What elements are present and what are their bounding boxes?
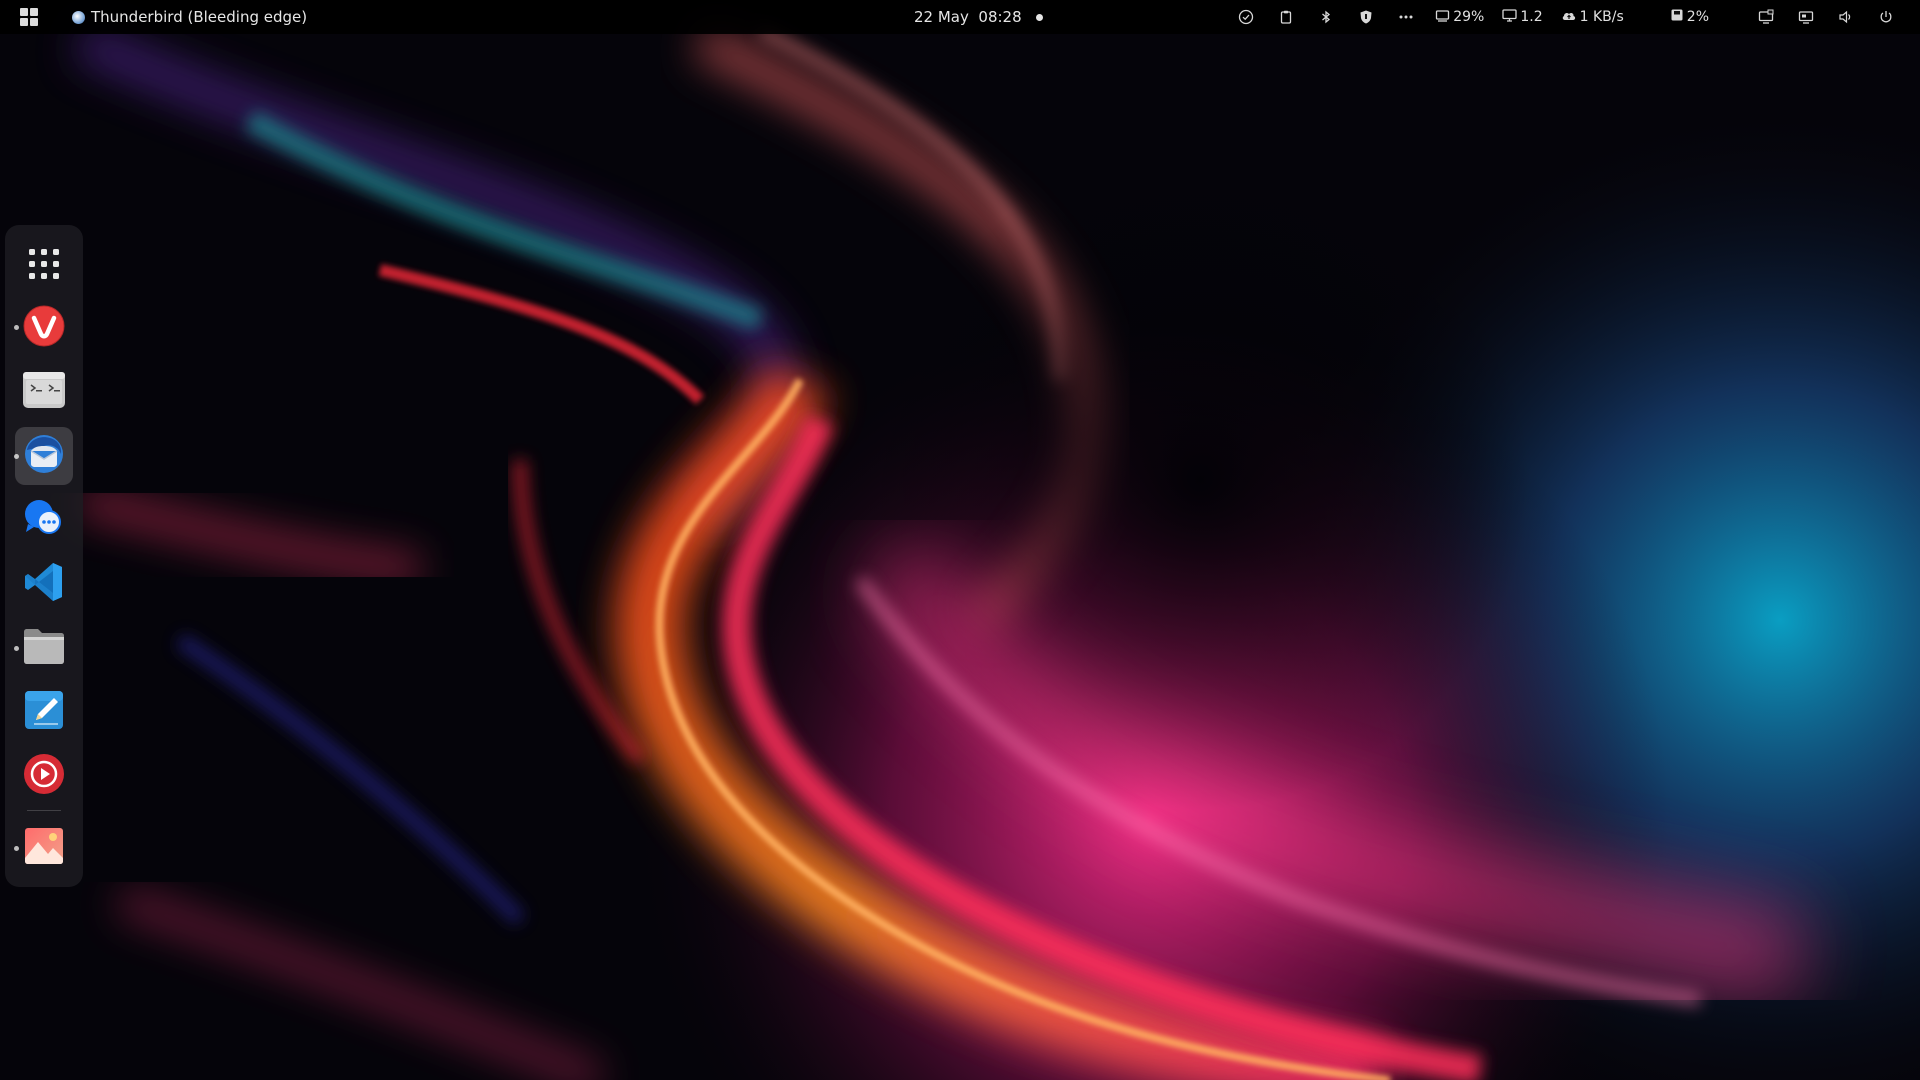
monitor-icon: [1502, 8, 1518, 26]
play-circle-icon: [22, 752, 66, 800]
top-panel-center[interactable]: 22 May 08:28: [914, 0, 1043, 34]
load-monitor[interactable]: 1.2: [1502, 8, 1543, 26]
disk-value: 2%: [1686, 9, 1709, 25]
vscode-icon: [22, 560, 66, 608]
chat-bubble-icon: [22, 496, 66, 544]
dock-separator: [27, 810, 61, 811]
dock-item-files[interactable]: [15, 619, 73, 677]
disk-monitor[interactable]: 2%: [1670, 8, 1709, 26]
load-value: 1.2: [1520, 9, 1543, 25]
cpu-monitor[interactable]: 29%: [1435, 9, 1484, 26]
show-apps-button[interactable]: [15, 237, 73, 295]
display-icon[interactable]: [1757, 8, 1775, 26]
vivaldi-icon: [22, 304, 66, 352]
activities-grid-icon[interactable]: [20, 8, 38, 26]
cpu-value: 29%: [1453, 9, 1485, 25]
image-icon: [22, 824, 66, 872]
notification-dot-icon: [1035, 13, 1043, 21]
dock-item-thunderbird[interactable]: [15, 427, 73, 485]
network-value: 1 KB/s: [1579, 9, 1624, 25]
active-app-title[interactable]: Thunderbird (Bleeding edge): [91, 8, 307, 26]
desktop-wallpaper: [0, 0, 1920, 1080]
shield-icon[interactable]: [1357, 8, 1375, 26]
power-icon[interactable]: [1877, 8, 1895, 26]
folder-icon: [21, 626, 67, 670]
top-panel-left: Thunderbird (Bleeding edge): [20, 0, 307, 34]
terminal-icon: [21, 370, 67, 414]
system-tray: 29% 1.2 1 KB/s 2%: [1226, 0, 1906, 34]
checkmark-circle-icon[interactable]: [1237, 8, 1255, 26]
more-dots-icon[interactable]: [1397, 8, 1415, 26]
network-monitor[interactable]: 1 KB/s: [1561, 9, 1624, 26]
dock-item-vscode[interactable]: [15, 555, 73, 613]
app-grid-icon: [27, 247, 61, 285]
top-panel: Thunderbird (Bleeding edge) 22 May 08:28…: [0, 0, 1920, 34]
clipboard-icon[interactable]: [1277, 8, 1295, 26]
dock-item-media-player[interactable]: [15, 747, 73, 805]
cloud-upload-icon: [1561, 9, 1577, 26]
pencil-note-icon: [22, 688, 66, 736]
thunderbird-icon: [22, 432, 66, 480]
dock-item-messenger[interactable]: [15, 491, 73, 549]
dock: [5, 225, 83, 887]
thunderbird-icon: [72, 10, 85, 24]
volume-icon[interactable]: [1837, 8, 1855, 26]
disk-icon: [1670, 8, 1684, 26]
bluetooth-icon[interactable]: [1317, 8, 1335, 26]
clock[interactable]: 22 May 08:28: [914, 8, 1022, 26]
dock-item-terminal[interactable]: [15, 363, 73, 421]
dock-item-text-editor[interactable]: [15, 683, 73, 741]
screen-share-icon[interactable]: [1797, 8, 1815, 26]
dock-item-vivaldi[interactable]: [15, 299, 73, 357]
cpu-icon: [1435, 9, 1450, 26]
dock-item-image-viewer[interactable]: [15, 819, 73, 877]
